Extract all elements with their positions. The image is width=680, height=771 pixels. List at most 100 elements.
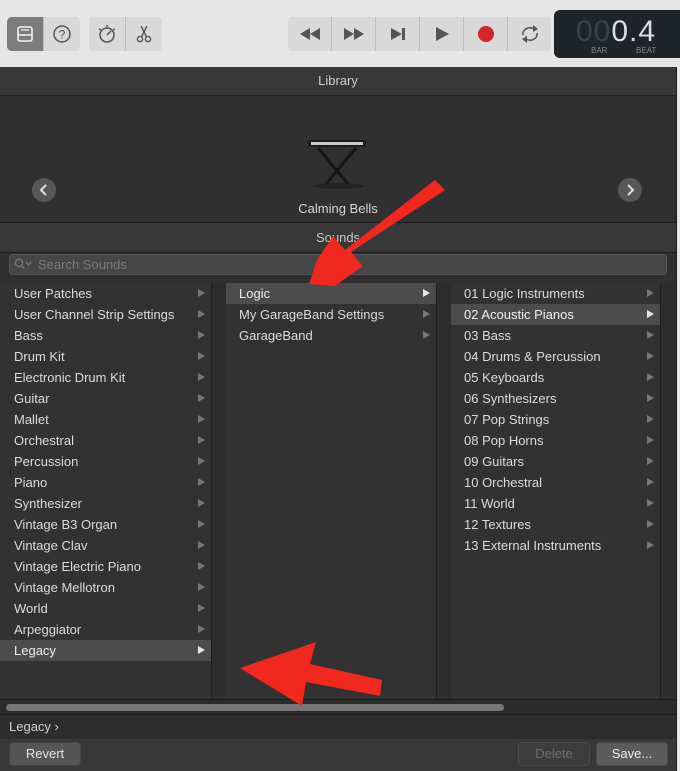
source-label: My GarageBand Settings: [239, 307, 385, 322]
folder-item[interactable]: 06 Synthesizers: [451, 388, 660, 409]
disclosure-arrow-icon: [423, 310, 430, 318]
disclosure-arrow-icon: [198, 457, 205, 465]
breadcrumb-text[interactable]: Legacy ›: [9, 719, 59, 734]
help-button[interactable]: ?: [44, 17, 80, 51]
category-label: Piano: [14, 475, 48, 490]
chevron-right-icon: [627, 184, 635, 196]
disclosure-arrow-icon: [198, 310, 205, 318]
horizontal-scrollbar[interactable]: [0, 699, 676, 714]
delete-button[interactable]: Delete: [518, 742, 590, 766]
category-item[interactable]: Orchestral: [0, 430, 211, 451]
category-item[interactable]: Electronic Drum Kit: [0, 367, 211, 388]
fast-forward-button[interactable]: [332, 17, 376, 51]
category-item[interactable]: Percussion: [0, 451, 211, 472]
next-patch-button[interactable]: [618, 178, 642, 202]
folder-label: 10 Orchestral: [464, 475, 543, 490]
scissors-icon: [136, 25, 152, 43]
disclosure-arrow-icon: [198, 541, 205, 549]
scissors-button[interactable]: [126, 17, 162, 51]
folder-item[interactable]: 12 Textures: [451, 514, 660, 535]
category-item[interactable]: User Channel Strip Settings: [0, 304, 211, 325]
disclosure-arrow-icon: [198, 478, 205, 486]
category-item[interactable]: Arpeggiator: [0, 619, 211, 640]
category-label: Guitar: [14, 391, 50, 406]
disclosure-arrow-icon: [647, 352, 654, 360]
folder-label: 09 Guitars: [464, 454, 524, 469]
category-item[interactable]: Vintage Clav: [0, 535, 211, 556]
category-item[interactable]: Vintage Mellotron: [0, 577, 211, 598]
folder-label: 06 Synthesizers: [464, 391, 557, 406]
category-label: User Patches: [14, 286, 93, 301]
category-item[interactable]: Vintage B3 Organ: [0, 514, 211, 535]
skip-to-end-button[interactable]: [376, 17, 420, 51]
disclosure-arrow-icon: [647, 394, 654, 402]
category-item[interactable]: World: [0, 598, 211, 619]
disclosure-arrow-icon: [198, 562, 205, 570]
tuner-button[interactable]: [89, 17, 126, 51]
folder-label: 08 Pop Horns: [464, 433, 544, 448]
folder-label: 07 Pop Strings: [464, 412, 550, 427]
source-item-selected[interactable]: Logic: [226, 283, 436, 304]
sounds-header: Sounds: [0, 222, 676, 253]
disclosure-arrow-icon: [647, 289, 654, 297]
cycle-button[interactable]: [508, 17, 551, 51]
category-column: User Patches User Channel Strip Settings…: [0, 283, 212, 699]
folder-item[interactable]: 08 Pop Horns: [451, 430, 660, 451]
disclosure-arrow-icon: [198, 499, 205, 507]
record-icon: [477, 26, 494, 42]
category-item[interactable]: Synthesizer: [0, 493, 211, 514]
save-button[interactable]: Save...: [596, 742, 668, 766]
folder-item[interactable]: 13 External Instruments: [451, 535, 660, 556]
search-field[interactable]: Search Sounds: [9, 254, 667, 275]
folder-item[interactable]: 04 Drums & Percussion: [451, 346, 660, 367]
category-item[interactable]: Drum Kit: [0, 346, 211, 367]
category-item[interactable]: Vintage Electric Piano: [0, 556, 211, 577]
folder-item[interactable]: 09 Guitars: [451, 451, 660, 472]
folder-item[interactable]: 10 Orchestral: [451, 472, 660, 493]
folder-item[interactable]: 07 Pop Strings: [451, 409, 660, 430]
category-item[interactable]: Piano: [0, 472, 211, 493]
category-label: Vintage B3 Organ: [14, 517, 118, 532]
library-button[interactable]: [7, 17, 44, 51]
disclosure-arrow-icon: [647, 310, 654, 318]
toolbar: ? 000.4 BAR BEAT: [0, 0, 680, 68]
source-label: GarageBand: [239, 328, 313, 343]
column-gutter: [437, 283, 451, 699]
scrollbar-thumb[interactable]: [6, 704, 504, 711]
disclosure-arrow-icon: [647, 331, 654, 339]
folder-item[interactable]: 11 World: [451, 493, 660, 514]
category-item[interactable]: User Patches: [0, 283, 211, 304]
category-label: World: [14, 601, 48, 616]
category-label: Synthesizer: [14, 496, 82, 511]
rewind-button[interactable]: [288, 17, 332, 51]
folder-item[interactable]: 03 Bass: [451, 325, 660, 346]
category-label: Vintage Clav: [14, 538, 88, 553]
disclosure-arrow-icon: [647, 478, 654, 486]
play-button[interactable]: [420, 17, 464, 51]
category-item[interactable]: Bass: [0, 325, 211, 346]
disclosure-arrow-icon: [647, 520, 654, 528]
svg-text:?: ?: [59, 28, 66, 42]
folder-item[interactable]: 05 Keyboards: [451, 367, 660, 388]
disclosure-arrow-icon: [198, 394, 205, 402]
category-label: Mallet: [14, 412, 49, 427]
lcd-display[interactable]: 000.4 BAR BEAT: [554, 10, 680, 58]
category-label: Drum Kit: [14, 349, 65, 364]
category-item[interactable]: Guitar: [0, 388, 211, 409]
category-item-selected[interactable]: Legacy: [0, 640, 211, 661]
transport-controls: [288, 17, 551, 51]
library-title: Library: [0, 67, 676, 96]
folder-item-selected[interactable]: 02 Acoustic Pianos: [451, 304, 660, 325]
source-item[interactable]: My GarageBand Settings: [226, 304, 436, 325]
revert-button[interactable]: Revert: [9, 742, 81, 766]
category-item[interactable]: Mallet: [0, 409, 211, 430]
record-button[interactable]: [464, 17, 508, 51]
folder-item[interactable]: 01 Logic Instruments: [451, 283, 660, 304]
bar-label: BAR: [591, 46, 608, 55]
category-label: Electronic Drum Kit: [14, 370, 126, 385]
disclosure-arrow-icon: [423, 331, 430, 339]
disclosure-arrow-icon: [647, 541, 654, 549]
folder-label: 12 Textures: [464, 517, 531, 532]
source-item[interactable]: GarageBand: [226, 325, 436, 346]
previous-patch-button[interactable]: [32, 178, 56, 202]
